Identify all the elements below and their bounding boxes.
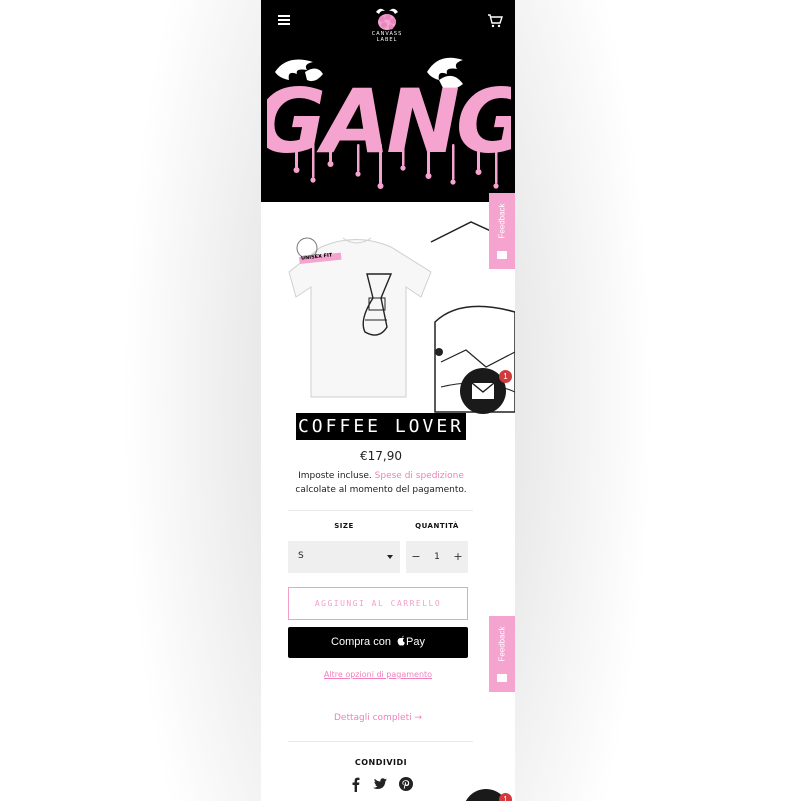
add-to-cart-button[interactable]: AGGIUNGI AL CARRELLO: [288, 587, 468, 620]
pinterest-icon[interactable]: [398, 776, 414, 792]
tax-line-1: Imposte incluse. Spese di spedizione: [261, 471, 501, 481]
apple-pay-brand: Pay: [406, 636, 425, 648]
chevron-down-icon: [387, 555, 393, 559]
qty-input[interactable]: 1: [426, 541, 448, 573]
twitter-icon[interactable]: [372, 776, 388, 792]
quantity-stepper: − 1 +: [406, 541, 468, 573]
brand-name-line-2: LABEL: [376, 37, 398, 43]
gang-banner-graphic: GANG: [267, 57, 511, 189]
feedback-tab-bottom[interactable]: Feedback: [489, 616, 515, 692]
message-icon: [497, 251, 507, 259]
size-value: S: [298, 551, 304, 561]
cart-icon[interactable]: [487, 14, 503, 28]
product-title: COFFEE LOVER: [296, 413, 466, 440]
feedback-label: Feedback: [497, 626, 507, 662]
message-icon: [497, 674, 507, 682]
shipping-link[interactable]: Spese di spedizione: [375, 471, 464, 481]
qty-plus-button[interactable]: +: [448, 541, 468, 573]
qty-minus-button[interactable]: −: [406, 541, 426, 573]
feedback-label: Feedback: [497, 203, 507, 239]
size-select[interactable]: S: [288, 541, 400, 573]
site-header: CANVASS LABEL GANG: [261, 0, 515, 202]
more-payment-options-link[interactable]: Altre opzioni di pagamento: [261, 670, 495, 679]
gang-text: GANG: [267, 70, 511, 173]
apple-icon: [397, 635, 405, 646]
size-label: SIZE: [334, 522, 354, 530]
facebook-icon[interactable]: [348, 776, 364, 792]
share-label: CONDIVIDI: [354, 758, 408, 767]
apple-pay-prefix: Compra con: [331, 636, 391, 648]
chat-badge: 1: [499, 370, 512, 383]
tax-text: Imposte incluse.: [298, 471, 372, 481]
brand-name: CANVASS LABEL: [361, 31, 413, 43]
quantity-label: QUANTITÀ: [415, 522, 459, 530]
chat-badge-2: 1: [499, 793, 512, 801]
apple-pay-button[interactable]: Compra con Pay: [288, 627, 468, 658]
envelope-icon: [471, 382, 495, 399]
divider: [288, 510, 473, 511]
product-price: €17,90: [360, 449, 402, 463]
tax-line-2: calcolate al momento del pagamento.: [295, 485, 467, 495]
hamburger-icon[interactable]: [278, 15, 290, 25]
full-details-link[interactable]: Dettagli completi →: [261, 713, 495, 723]
divider: [288, 741, 473, 742]
mobile-viewport: CANVASS LABEL GANG UNISEX FIT Feedback F…: [261, 0, 515, 801]
feedback-tab-top[interactable]: Feedback: [489, 193, 515, 269]
